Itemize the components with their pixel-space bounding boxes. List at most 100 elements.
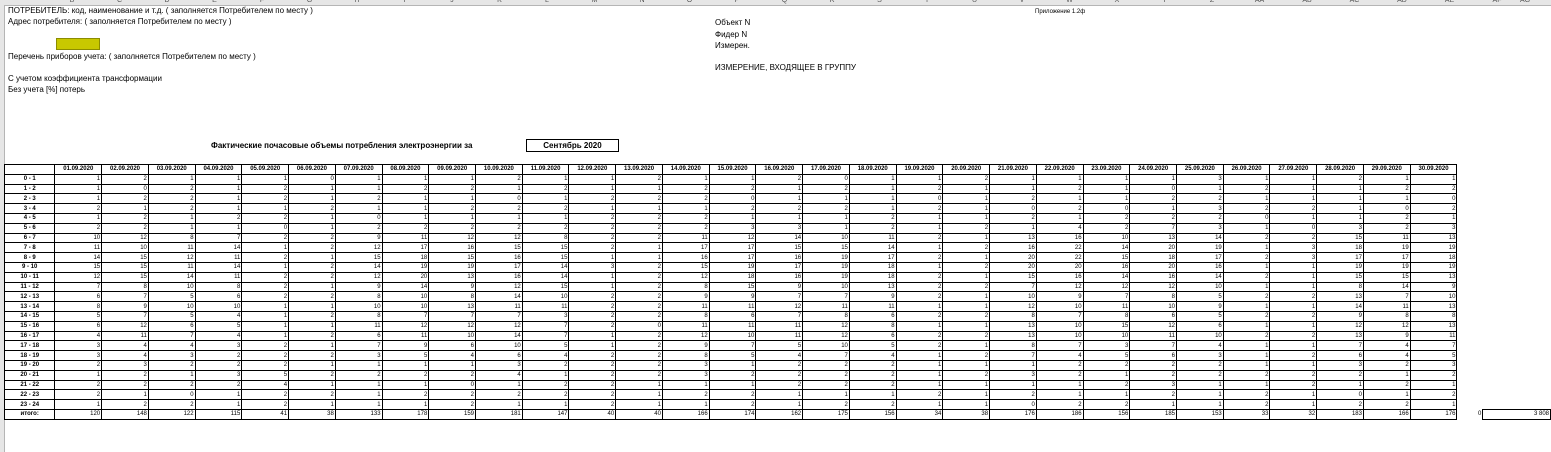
value-cell[interactable]: 2 [848, 399, 897, 410]
grand-total-cell[interactable]: 3 808 [1482, 408, 1551, 420]
value-cell[interactable]: 2 [615, 261, 663, 273]
value-cell[interactable]: 2 [241, 252, 290, 263]
value-cell[interactable]: 3 [708, 222, 757, 234]
value-cell[interactable]: 2 [802, 203, 850, 214]
value-cell[interactable]: 0 [475, 193, 523, 205]
value-cell[interactable]: 1 [615, 379, 663, 391]
value-cell[interactable]: 7 [755, 310, 804, 322]
value-cell[interactable]: 1 [194, 173, 243, 185]
value-cell[interactable]: 8 [848, 320, 897, 332]
value-cell[interactable]: 2 [288, 330, 336, 342]
column-letter[interactable]: B [70, 0, 75, 4]
value-cell[interactable]: 1 [942, 291, 991, 303]
value-cell[interactable]: 5 [381, 350, 430, 361]
value-cell[interactable]: 8 [334, 291, 383, 303]
value-cell[interactable]: 6 [1129, 350, 1178, 361]
value-cell[interactable]: 12 [101, 232, 149, 244]
value-cell[interactable]: 8 [1409, 310, 1458, 322]
value-cell[interactable]: 13 [1316, 291, 1364, 303]
value-cell[interactable]: 2 [194, 359, 243, 371]
date-header-cell[interactable]: 04.09.2020 [194, 164, 243, 175]
value-cell[interactable]: 2 [1082, 399, 1131, 410]
value-cell[interactable]: 2 [288, 271, 336, 283]
value-cell[interactable]: 2 [334, 193, 383, 205]
value-cell[interactable]: 0 [802, 173, 850, 185]
value-cell[interactable]: 2 [708, 369, 757, 381]
value-cell[interactable]: 2 [147, 183, 196, 195]
value-cell[interactable]: 19 [708, 261, 757, 273]
value-cell[interactable]: 10 [428, 330, 477, 342]
total-cell[interactable]: 181 [475, 408, 523, 420]
value-cell[interactable]: 8 [194, 281, 243, 293]
value-cell[interactable]: 1 [1269, 399, 1318, 410]
value-cell[interactable]: 7 [1362, 291, 1411, 303]
value-cell[interactable]: 6 [334, 330, 383, 342]
value-cell[interactable]: 12 [1129, 320, 1178, 332]
column-letter[interactable]: Z [1210, 0, 1214, 4]
value-cell[interactable]: 10 [475, 340, 523, 352]
value-cell[interactable]: 2 [708, 399, 757, 410]
value-cell[interactable]: 2 [989, 193, 1037, 205]
value-cell[interactable]: 11 [1082, 301, 1131, 312]
value-cell[interactable]: 12 [101, 320, 149, 332]
empty-cell[interactable] [1457, 360, 1483, 370]
date-header-cell[interactable]: 21.09.2020 [989, 164, 1037, 175]
value-cell[interactable]: 7 [802, 291, 850, 303]
value-cell[interactable]: 1 [147, 222, 196, 234]
value-cell[interactable]: 1 [755, 399, 804, 410]
empty-cell[interactable] [1457, 380, 1483, 390]
value-cell[interactable]: 2 [1035, 399, 1084, 410]
value-cell[interactable]: 1 [708, 379, 757, 391]
value-cell[interactable]: 16 [475, 271, 523, 283]
value-cell[interactable]: 2 [475, 222, 523, 234]
value-cell[interactable]: 2 [428, 203, 477, 214]
value-cell[interactable]: 7 [101, 310, 149, 322]
value-cell[interactable]: 14 [475, 291, 523, 303]
value-cell[interactable]: 3 [1176, 350, 1224, 361]
value-cell[interactable]: 1 [895, 399, 944, 410]
value-cell[interactable]: 1 [334, 379, 383, 391]
value-cell[interactable]: 1 [1222, 320, 1271, 332]
value-cell[interactable]: 1 [241, 261, 290, 273]
column-letter[interactable]: O [687, 0, 692, 4]
value-cell[interactable]: 1 [428, 193, 477, 205]
value-cell[interactable]: 1 [147, 212, 196, 224]
date-header-cell[interactable]: 02.09.2020 [101, 164, 149, 175]
total-cell[interactable]: 174 [708, 408, 757, 420]
column-letter[interactable]: V [1020, 0, 1025, 4]
total-cell[interactable]: 156 [1082, 408, 1131, 420]
value-cell[interactable]: 1 [615, 389, 663, 401]
value-cell[interactable]: 1 [381, 173, 430, 185]
value-cell[interactable]: 1 [1362, 369, 1411, 381]
value-cell[interactable]: 2 [241, 359, 290, 371]
column-letter[interactable]: AA [1255, 0, 1264, 4]
value-cell[interactable]: 1 [1269, 301, 1318, 312]
value-cell[interactable]: 8 [661, 350, 710, 361]
date-header-cell[interactable]: 15.09.2020 [708, 164, 757, 175]
empty-cell[interactable] [1483, 253, 1551, 263]
value-cell[interactable]: 12 [989, 301, 1037, 312]
value-cell[interactable]: 4 [1176, 340, 1224, 352]
value-cell[interactable]: 5 [147, 291, 196, 303]
value-cell[interactable]: 8 [1362, 310, 1411, 322]
value-cell[interactable]: 1 [848, 183, 897, 195]
value-cell[interactable]: 2 [241, 340, 290, 352]
value-cell[interactable]: 2 [475, 173, 523, 185]
value-cell[interactable]: 1 [1409, 173, 1458, 185]
value-cell[interactable]: 17 [475, 261, 523, 273]
value-cell[interactable]: 17 [661, 242, 710, 254]
value-cell[interactable]: 1 [288, 301, 336, 312]
value-cell[interactable]: 16 [1035, 271, 1084, 283]
value-cell[interactable]: 1 [989, 173, 1037, 185]
empty-cell[interactable] [1457, 292, 1483, 302]
value-cell[interactable]: 1 [895, 173, 944, 185]
value-cell[interactable]: 10 [802, 340, 850, 352]
empty-cell[interactable] [1483, 174, 1551, 184]
total-cell[interactable]: 162 [755, 408, 804, 420]
value-cell[interactable]: 15 [101, 252, 149, 263]
value-cell[interactable]: 19 [381, 261, 430, 273]
value-cell[interactable]: 1 [708, 212, 757, 224]
value-cell[interactable]: 1 [288, 379, 336, 391]
value-cell[interactable]: 2 [942, 310, 991, 322]
value-cell[interactable]: 2 [1176, 359, 1224, 371]
